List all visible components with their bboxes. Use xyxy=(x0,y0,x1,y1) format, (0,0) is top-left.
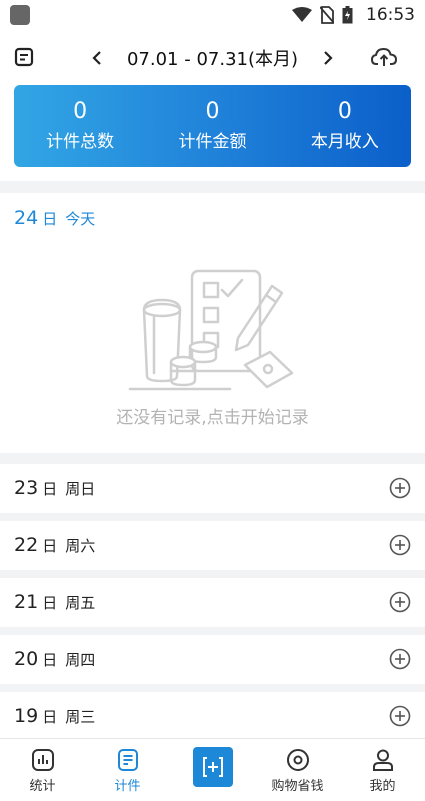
day-row[interactable]: 19 日周三 xyxy=(0,692,425,741)
plus-circle-icon[interactable] xyxy=(389,591,411,613)
plus-circle-icon[interactable] xyxy=(389,705,411,727)
day-weekday: 周三 xyxy=(65,708,96,726)
nav-item-shopping[interactable]: 购物省钱 xyxy=(255,739,340,801)
day-weekday: 周日 xyxy=(65,480,96,498)
document-menu-icon[interactable] xyxy=(12,45,36,69)
day-number: 19 xyxy=(14,705,39,727)
day-weekday: 周五 xyxy=(65,594,96,612)
notification-icon xyxy=(10,5,30,25)
date-range-selector: 07.01 - 07.31(本月) xyxy=(90,44,335,72)
today-day-unit: 日 xyxy=(42,210,58,228)
day-weekday: 周六 xyxy=(65,537,96,555)
empty-state-text[interactable]: 还没有记录,点击开始记录 xyxy=(0,403,425,428)
day-row[interactable]: 22 日周六 xyxy=(0,521,425,570)
day-number: 22 xyxy=(14,534,39,556)
summary-card: 0 计件总数 0 计件金额 0 本月收入 xyxy=(14,85,411,167)
summary-total-count[interactable]: 0 计件总数 xyxy=(14,85,146,167)
day-row[interactable]: 20 日周四 xyxy=(0,635,425,684)
today-section[interactable]: 24 日 今天 还没有记录,点击开始记录 xyxy=(0,193,425,453)
nav-label: 购物省钱 xyxy=(271,779,324,794)
status-time: 16:53 xyxy=(366,5,415,25)
summary-value: 0 xyxy=(337,99,352,124)
day-number: 21 xyxy=(14,591,39,613)
day-unit: 日 xyxy=(42,594,58,612)
summary-total-amount[interactable]: 0 计件金额 xyxy=(146,85,278,167)
chevron-right-icon[interactable] xyxy=(321,50,335,66)
day-unit: 日 xyxy=(42,708,58,726)
today-header: 24 日 今天 xyxy=(14,207,95,229)
chevron-left-icon[interactable] xyxy=(90,50,104,66)
day-weekday: 周四 xyxy=(65,651,96,669)
day-unit: 日 xyxy=(42,537,58,555)
nav-item-add-record[interactable] xyxy=(170,739,255,801)
summary-value: 0 xyxy=(205,99,220,124)
battery-icon xyxy=(342,6,353,24)
document-list-icon xyxy=(117,749,138,771)
summary-label: 计件金额 xyxy=(178,132,247,152)
no-sim-icon xyxy=(320,6,334,24)
disc-icon xyxy=(286,749,309,771)
summary-month-income[interactable]: 0 本月收入 xyxy=(279,85,411,167)
summary-label: 计件总数 xyxy=(46,132,115,152)
bottom-nav: 统计 计件 购物省钱 我的 xyxy=(0,738,425,801)
empty-records-illustration xyxy=(128,269,294,391)
summary-label: 本月收入 xyxy=(310,132,379,152)
day-row[interactable]: 23 日周日 xyxy=(0,464,425,513)
plus-circle-icon[interactable] xyxy=(389,648,411,670)
day-unit: 日 xyxy=(42,480,58,498)
status-icons xyxy=(292,6,353,24)
day-number: 20 xyxy=(14,648,39,670)
status-bar: 16:53 xyxy=(0,0,425,30)
add-record-button[interactable] xyxy=(192,747,233,787)
nav-label: 统计 xyxy=(29,779,56,794)
nav-item-mine[interactable]: 我的 xyxy=(340,739,425,801)
day-number: 23 xyxy=(14,477,39,499)
nav-item-piecework[interactable]: 计件 xyxy=(85,739,170,801)
bar-chart-icon xyxy=(31,749,54,771)
user-icon xyxy=(372,749,393,771)
plus-circle-icon[interactable] xyxy=(389,477,411,499)
today-weekday: 今天 xyxy=(65,210,96,228)
wifi-icon xyxy=(292,7,312,22)
today-day-number: 24 xyxy=(14,207,39,229)
cloud-upload-icon[interactable] xyxy=(370,44,398,70)
nav-item-statistics[interactable]: 统计 xyxy=(0,739,85,801)
header: 07.01 - 07.31(本月) xyxy=(0,30,425,85)
day-unit: 日 xyxy=(42,651,58,669)
nav-label: 我的 xyxy=(369,779,396,794)
summary-value: 0 xyxy=(73,99,88,124)
add-record-icon xyxy=(202,757,223,777)
date-range-text[interactable]: 07.01 - 07.31(本月) xyxy=(127,45,298,71)
nav-label: 计件 xyxy=(114,779,141,794)
day-row[interactable]: 21 日周五 xyxy=(0,578,425,627)
plus-circle-icon[interactable] xyxy=(389,534,411,556)
